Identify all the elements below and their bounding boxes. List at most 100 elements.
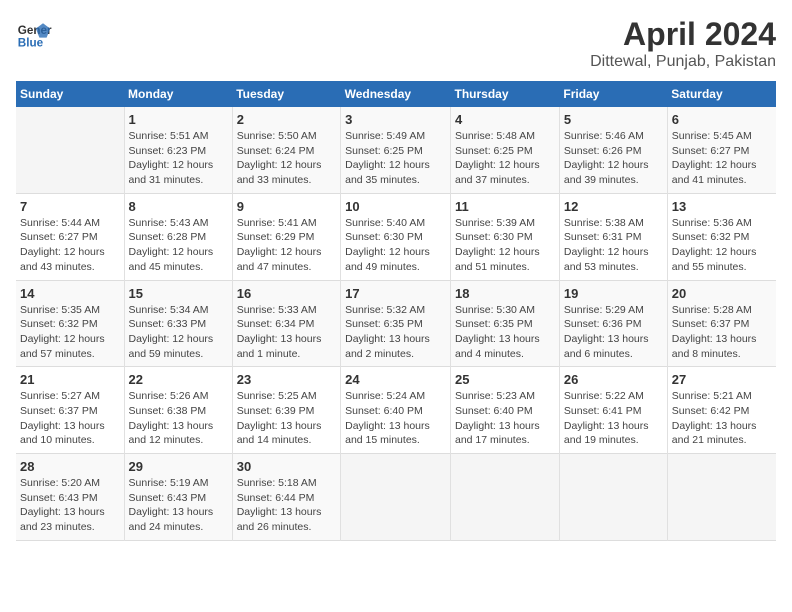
cell-info: Sunset: 6:34 PM — [237, 317, 336, 332]
calendar-cell: 23Sunrise: 5:25 AMSunset: 6:39 PMDayligh… — [232, 367, 340, 454]
cell-info: Sunrise: 5:38 AM — [564, 216, 663, 231]
day-number: 25 — [455, 372, 555, 387]
cell-info: Sunset: 6:43 PM — [20, 491, 120, 506]
cell-info: Daylight: 13 hours — [237, 419, 336, 434]
cell-info: Daylight: 13 hours — [20, 419, 120, 434]
cell-info: Sunset: 6:38 PM — [129, 404, 228, 419]
cell-info: Daylight: 12 hours — [564, 245, 663, 260]
cell-info: Daylight: 12 hours — [20, 245, 120, 260]
cell-info: and 49 minutes. — [345, 260, 446, 275]
day-number: 27 — [672, 372, 772, 387]
calendar-cell — [16, 107, 124, 193]
calendar-week-row: 7Sunrise: 5:44 AMSunset: 6:27 PMDaylight… — [16, 193, 776, 280]
page-header: General Blue April 2024 Dittewal, Punjab… — [16, 16, 776, 71]
cell-info: and 59 minutes. — [129, 347, 228, 362]
day-number: 19 — [564, 286, 663, 301]
day-number: 7 — [20, 199, 120, 214]
cell-info: and 12 minutes. — [129, 433, 228, 448]
cell-info: and 39 minutes. — [564, 173, 663, 188]
cell-info: and 4 minutes. — [455, 347, 555, 362]
calendar-cell: 21Sunrise: 5:27 AMSunset: 6:37 PMDayligh… — [16, 367, 124, 454]
calendar-cell — [667, 454, 776, 541]
cell-info: and 17 minutes. — [455, 433, 555, 448]
cell-info: Daylight: 13 hours — [237, 332, 336, 347]
cell-info: Daylight: 13 hours — [345, 332, 446, 347]
cell-info: Sunset: 6:33 PM — [129, 317, 228, 332]
cell-info: Sunrise: 5:48 AM — [455, 129, 555, 144]
cell-info: Daylight: 12 hours — [20, 332, 120, 347]
calendar-cell: 30Sunrise: 5:18 AMSunset: 6:44 PMDayligh… — [232, 454, 340, 541]
calendar-cell: 13Sunrise: 5:36 AMSunset: 6:32 PMDayligh… — [667, 193, 776, 280]
day-number: 21 — [20, 372, 120, 387]
cell-info: Sunrise: 5:23 AM — [455, 389, 555, 404]
cell-info: Daylight: 12 hours — [564, 158, 663, 173]
calendar-cell: 16Sunrise: 5:33 AMSunset: 6:34 PMDayligh… — [232, 280, 340, 367]
day-header-sunday: Sunday — [16, 81, 124, 107]
cell-info: Sunrise: 5:25 AM — [237, 389, 336, 404]
cell-info: Sunrise: 5:18 AM — [237, 476, 336, 491]
cell-info: and 10 minutes. — [20, 433, 120, 448]
cell-info: Sunset: 6:25 PM — [455, 144, 555, 159]
cell-info: Daylight: 12 hours — [672, 245, 772, 260]
cell-info: Sunset: 6:41 PM — [564, 404, 663, 419]
cell-info: Sunrise: 5:41 AM — [237, 216, 336, 231]
cell-info: Sunrise: 5:51 AM — [129, 129, 228, 144]
day-number: 20 — [672, 286, 772, 301]
cell-info: and 55 minutes. — [672, 260, 772, 275]
cell-info: Sunset: 6:32 PM — [672, 230, 772, 245]
day-number: 24 — [345, 372, 446, 387]
cell-info: Sunrise: 5:24 AM — [345, 389, 446, 404]
cell-info: and 6 minutes. — [564, 347, 663, 362]
cell-info: and 35 minutes. — [345, 173, 446, 188]
cell-info: Daylight: 13 hours — [20, 505, 120, 520]
cell-info: and 45 minutes. — [129, 260, 228, 275]
calendar-cell: 12Sunrise: 5:38 AMSunset: 6:31 PMDayligh… — [559, 193, 667, 280]
cell-info: Sunset: 6:44 PM — [237, 491, 336, 506]
cell-info: and 23 minutes. — [20, 520, 120, 535]
day-number: 8 — [129, 199, 228, 214]
cell-info: Sunrise: 5:19 AM — [129, 476, 228, 491]
cell-info: Sunrise: 5:20 AM — [20, 476, 120, 491]
cell-info: Sunset: 6:25 PM — [345, 144, 446, 159]
cell-info: Sunset: 6:26 PM — [564, 144, 663, 159]
cell-info: Sunset: 6:30 PM — [455, 230, 555, 245]
cell-info: Sunset: 6:37 PM — [672, 317, 772, 332]
cell-info: Sunrise: 5:22 AM — [564, 389, 663, 404]
cell-info: Sunset: 6:43 PM — [129, 491, 228, 506]
day-number: 13 — [672, 199, 772, 214]
cell-info: and 2 minutes. — [345, 347, 446, 362]
calendar-week-row: 21Sunrise: 5:27 AMSunset: 6:37 PMDayligh… — [16, 367, 776, 454]
cell-info: Sunrise: 5:27 AM — [20, 389, 120, 404]
cell-info: Sunset: 6:42 PM — [672, 404, 772, 419]
cell-info: and 33 minutes. — [237, 173, 336, 188]
cell-info: and 19 minutes. — [564, 433, 663, 448]
cell-info: Sunrise: 5:26 AM — [129, 389, 228, 404]
day-header-tuesday: Tuesday — [232, 81, 340, 107]
day-header-monday: Monday — [124, 81, 232, 107]
cell-info: Daylight: 12 hours — [237, 245, 336, 260]
cell-info: Sunrise: 5:45 AM — [672, 129, 772, 144]
day-number: 28 — [20, 459, 120, 474]
logo: General Blue — [16, 16, 52, 52]
day-number: 2 — [237, 112, 336, 127]
title-area: April 2024 Dittewal, Punjab, Pakistan — [590, 16, 776, 71]
cell-info: Daylight: 13 hours — [129, 419, 228, 434]
cell-info: Daylight: 13 hours — [672, 419, 772, 434]
calendar-table: SundayMondayTuesdayWednesdayThursdayFrid… — [16, 81, 776, 541]
cell-info: Daylight: 12 hours — [129, 158, 228, 173]
day-header-wednesday: Wednesday — [341, 81, 451, 107]
calendar-cell: 17Sunrise: 5:32 AMSunset: 6:35 PMDayligh… — [341, 280, 451, 367]
calendar-cell: 6Sunrise: 5:45 AMSunset: 6:27 PMDaylight… — [667, 107, 776, 193]
calendar-cell: 18Sunrise: 5:30 AMSunset: 6:35 PMDayligh… — [451, 280, 560, 367]
cell-info: and 8 minutes. — [672, 347, 772, 362]
day-number: 14 — [20, 286, 120, 301]
cell-info: Sunset: 6:23 PM — [129, 144, 228, 159]
cell-info: Sunrise: 5:50 AM — [237, 129, 336, 144]
day-number: 30 — [237, 459, 336, 474]
logo-icon: General Blue — [16, 16, 52, 52]
calendar-cell — [559, 454, 667, 541]
cell-info: Sunrise: 5:40 AM — [345, 216, 446, 231]
calendar-cell: 7Sunrise: 5:44 AMSunset: 6:27 PMDaylight… — [16, 193, 124, 280]
cell-info: Sunrise: 5:21 AM — [672, 389, 772, 404]
cell-info: Sunrise: 5:46 AM — [564, 129, 663, 144]
